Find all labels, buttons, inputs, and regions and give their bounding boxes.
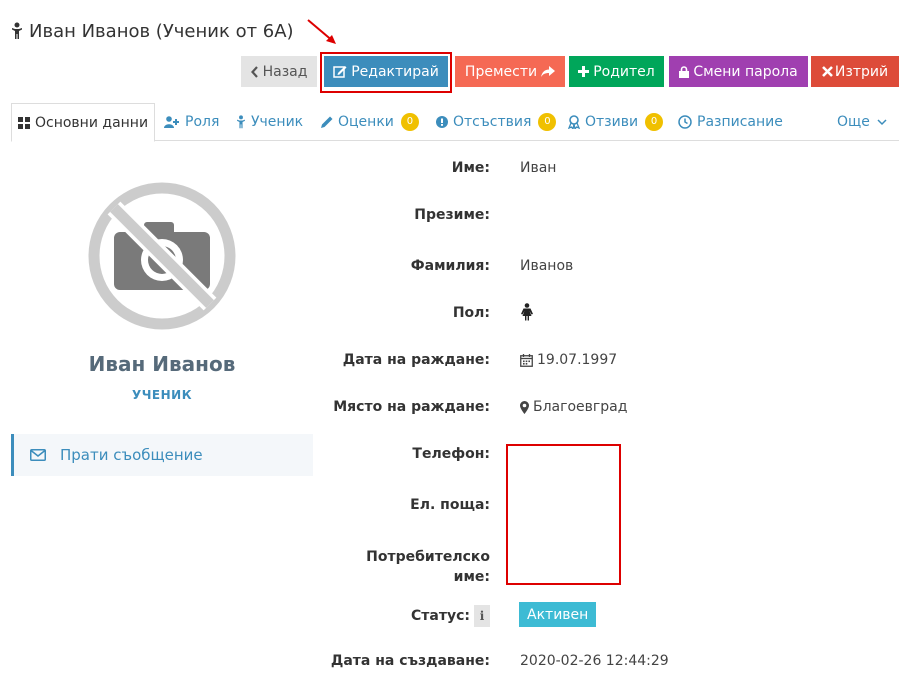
tab-reviews[interactable]: Отзиви 0 bbox=[568, 103, 664, 141]
status-badge: Активен bbox=[519, 602, 597, 627]
move-button-label: Премести bbox=[464, 63, 538, 80]
send-message-label: Прати съобщение bbox=[60, 446, 203, 464]
tab-label: Оценки bbox=[338, 114, 394, 130]
back-button[interactable]: Назад bbox=[241, 56, 317, 87]
close-icon bbox=[822, 66, 833, 77]
first-name-value: Иван bbox=[520, 160, 557, 176]
birth-date-label: Дата на раждане: bbox=[342, 352, 490, 368]
status-label: Статус: bbox=[411, 608, 470, 624]
tab-label: Роля bbox=[185, 114, 220, 130]
move-button[interactable]: Премести bbox=[455, 56, 565, 87]
no-photo-icon bbox=[88, 182, 236, 330]
username-label-line1: Потребителско bbox=[366, 549, 490, 565]
award-icon bbox=[568, 115, 580, 129]
tab-more[interactable]: Още bbox=[837, 103, 887, 141]
send-message-button[interactable]: Прати съобщение bbox=[11, 434, 313, 476]
status-label-group: Статус: i bbox=[411, 605, 490, 627]
edit-highlight-box bbox=[320, 52, 452, 93]
child-icon bbox=[12, 22, 22, 39]
chevron-left-icon bbox=[250, 65, 258, 78]
delete-button[interactable]: Изтрий bbox=[811, 56, 899, 87]
tab-grades[interactable]: Оценки 0 bbox=[321, 103, 419, 141]
parent-button[interactable]: Родител bbox=[569, 56, 664, 87]
birth-place-label: Място на раждане: bbox=[333, 399, 490, 415]
reviews-count-badge: 0 bbox=[645, 113, 664, 131]
chevron-down-icon bbox=[877, 118, 887, 125]
last-name-label: Фамилия: bbox=[410, 258, 490, 274]
grades-count-badge: 0 bbox=[400, 113, 419, 131]
envelope-icon bbox=[30, 449, 46, 461]
plus-icon bbox=[578, 66, 590, 77]
tab-bar: Основни данни Роля Ученик Оценки 0 Отсъс… bbox=[11, 103, 899, 142]
last-name-value: Иванов bbox=[520, 258, 574, 274]
grid-icon bbox=[18, 116, 30, 129]
change-password-label: Смени парола bbox=[693, 63, 798, 80]
page-title-text: Иван Иванов (Ученик от 6А) bbox=[29, 20, 294, 42]
absences-count-badge: 0 bbox=[538, 113, 557, 131]
created-label: Дата на създаване: bbox=[330, 653, 490, 669]
tab-label: Ученик bbox=[251, 114, 304, 130]
lock-icon bbox=[679, 65, 690, 78]
tab-label: Отзиви bbox=[585, 114, 639, 130]
gender-label: Пол: bbox=[452, 305, 490, 321]
tab-schedule[interactable]: Разписание bbox=[678, 103, 783, 141]
tab-label: Още bbox=[837, 114, 870, 130]
back-button-label: Назад bbox=[262, 63, 308, 80]
username-label-line2: име: bbox=[453, 569, 490, 585]
user-plus-icon bbox=[164, 116, 179, 128]
middle-name-label: Презиме: bbox=[414, 207, 490, 223]
tab-student[interactable]: Ученик bbox=[236, 103, 303, 141]
created-value: 2020-02-26 12:44:29 bbox=[520, 653, 669, 669]
delete-button-label: Изтрий bbox=[834, 63, 889, 80]
hidden-data-highlight-box bbox=[506, 444, 621, 585]
female-icon bbox=[521, 303, 533, 321]
share-arrow-icon bbox=[541, 65, 556, 77]
birth-place-text: Благоевград bbox=[533, 399, 628, 415]
change-password-button[interactable]: Смени парола bbox=[669, 56, 808, 87]
info-icon[interactable]: i bbox=[474, 605, 490, 627]
child-icon bbox=[237, 115, 245, 129]
username-label: Потребителско име: bbox=[366, 547, 490, 587]
tab-basic-data[interactable]: Основни данни bbox=[11, 103, 156, 142]
arrow-annotation-icon bbox=[307, 19, 336, 44]
map-marker-icon bbox=[520, 400, 529, 414]
exclamation-circle-icon bbox=[436, 116, 448, 128]
tab-label: Отсъствия bbox=[453, 114, 532, 130]
tab-label: Основни данни bbox=[35, 114, 149, 131]
profile-name: Иван Иванов bbox=[88, 352, 236, 376]
pencil-icon bbox=[321, 116, 333, 128]
email-label: Ел. поща: bbox=[410, 497, 490, 513]
birth-date-text: 19.07.1997 bbox=[537, 352, 618, 368]
profile-role: УЧЕНИК bbox=[131, 388, 193, 402]
parent-button-label: Родител bbox=[593, 63, 655, 80]
tab-absences[interactable]: Отсъствия 0 bbox=[436, 103, 557, 141]
page-title: Иван Иванов (Ученик от 6А) bbox=[11, 19, 294, 43]
first-name-label: Име: bbox=[451, 160, 490, 176]
phone-label: Телефон: bbox=[412, 446, 490, 462]
birth-date-value: 19.07.1997 bbox=[520, 352, 617, 368]
tab-role[interactable]: Роля bbox=[164, 103, 219, 141]
tab-label: Разписание bbox=[697, 114, 783, 130]
birth-place-value: Благоевград bbox=[520, 399, 627, 415]
gender-value bbox=[520, 303, 538, 321]
clock-icon bbox=[678, 115, 692, 129]
calendar-icon bbox=[520, 353, 533, 367]
